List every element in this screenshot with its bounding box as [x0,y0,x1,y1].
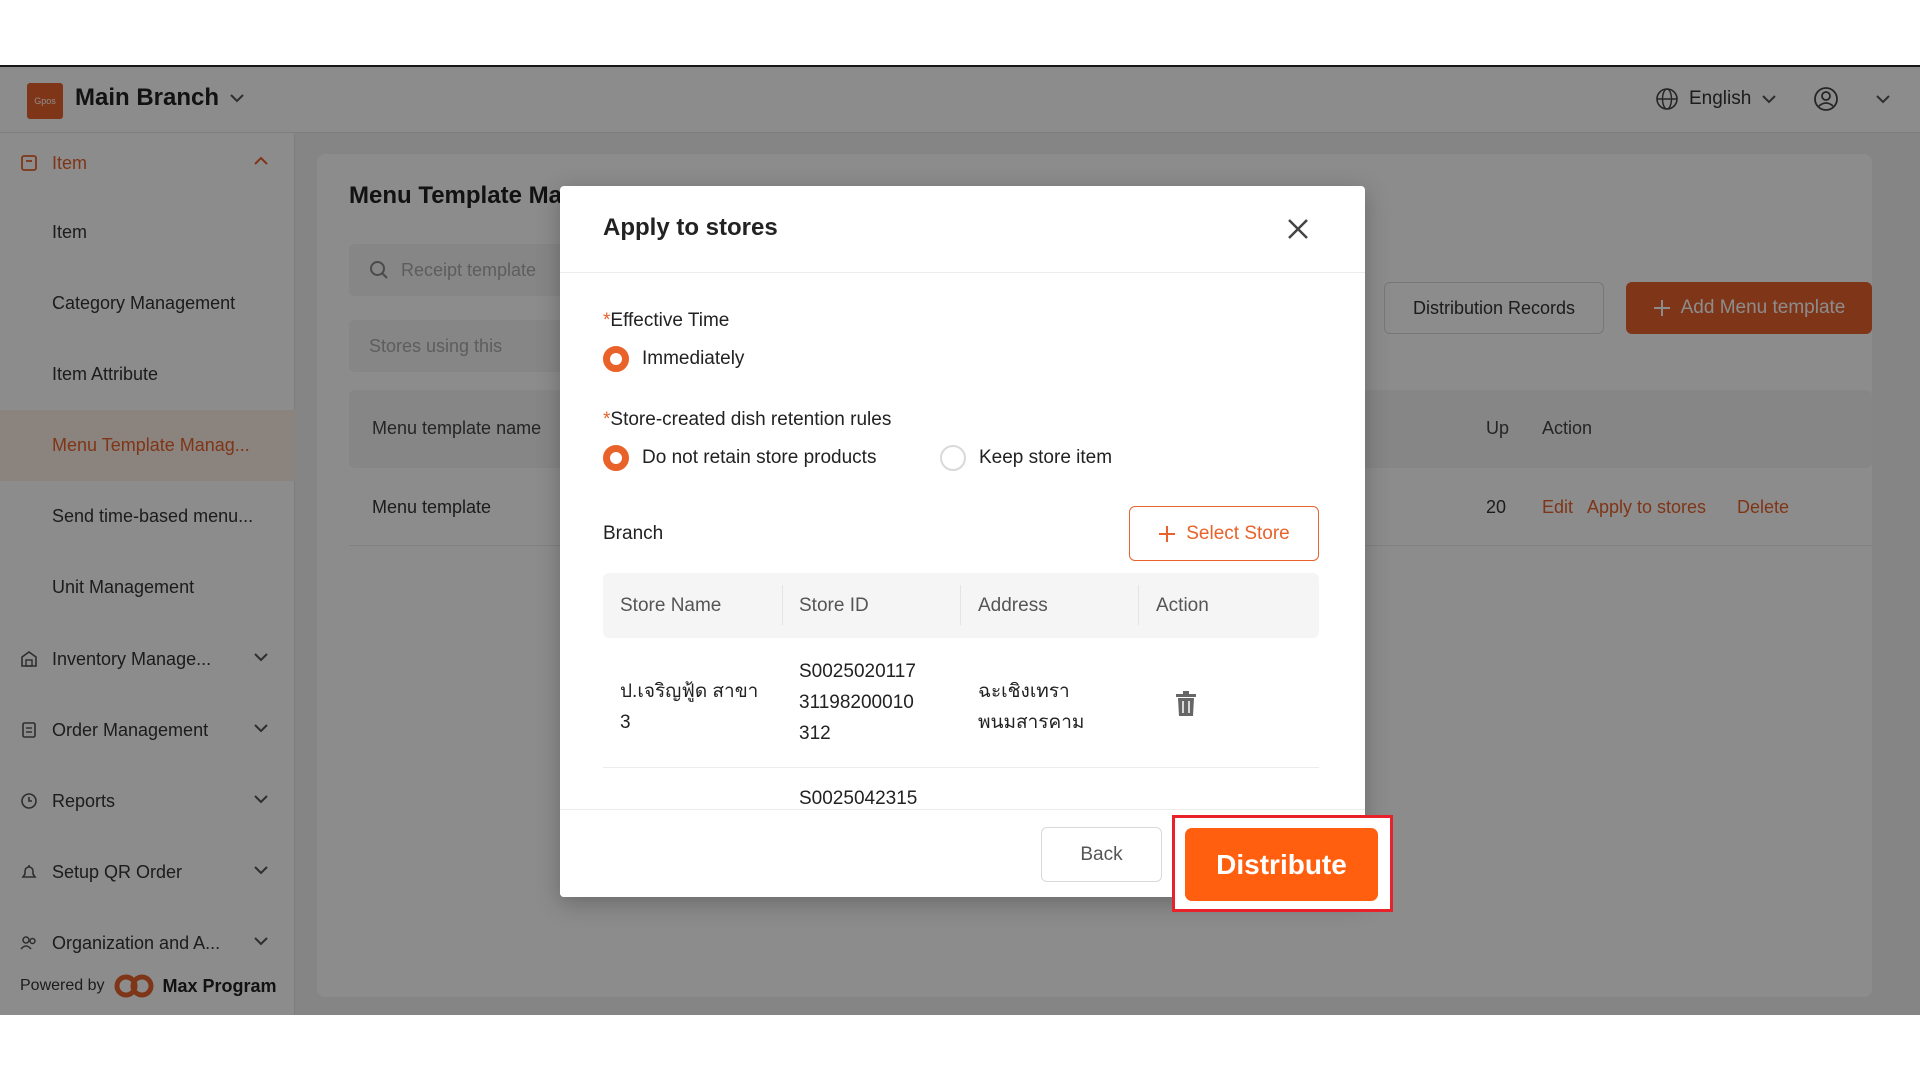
radio-immediately[interactable]: Immediately [603,346,744,372]
column-divider [960,585,961,625]
radio-label: Do not retain store products [642,447,877,468]
radio-checked-icon [603,445,629,471]
radio-unchecked-icon [940,445,966,471]
table-row: ป.เจริญฟู้ด สาขา 3 S0025020117 311982000… [603,638,1319,768]
effective-time-text: Effective Time [610,310,730,331]
radio-checked-icon [603,346,629,372]
store-table-header: Store Name Store ID Address Action [603,573,1319,638]
select-store-label: Select Store [1186,522,1290,544]
column-divider [782,585,783,625]
apply-to-stores-dialog: Apply to stores *Effective Time Immediat… [560,186,1365,897]
trash-icon[interactable] [1175,691,1197,717]
col-store-name: Store Name [620,595,722,616]
retention-rules-label: *Store-created dish retention rules [603,409,891,431]
radio-label: Keep store item [979,447,1113,468]
dialog-title: Apply to stores [603,214,778,241]
col-store-id: Store ID [799,595,869,616]
retention-rules-text: Store-created dish retention rules [610,409,892,430]
plus-icon [1159,525,1176,542]
col-address: Address [978,595,1048,616]
effective-time-label: *Effective Time [603,310,729,332]
select-store-button[interactable]: Select Store [1129,506,1319,561]
distribute-button[interactable]: Distribute [1185,828,1378,901]
store-name: ป.เจริญฟู้ด สาขา 3 [620,681,759,733]
store-id: S0025020117 31198200010 312 [799,661,916,744]
back-button[interactable]: Back [1041,827,1162,882]
dialog-header: Apply to stores [560,186,1365,273]
col-action: Action [1156,595,1209,616]
radio-label: Immediately [642,348,745,369]
close-icon[interactable] [1283,214,1313,244]
branch-label: Branch [603,523,664,544]
radio-keep-store-item[interactable]: Keep store item [940,445,1112,471]
column-divider [1138,585,1139,625]
radio-do-not-retain[interactable]: Do not retain store products [603,445,876,471]
store-address: ฉะเชิงเทรา พนมสารคาม [978,681,1085,733]
